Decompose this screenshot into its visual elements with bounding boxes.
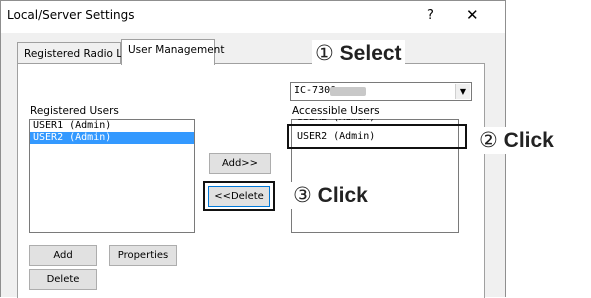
blurred-serial-mask xyxy=(330,87,366,96)
help-button[interactable]: ? xyxy=(427,8,434,23)
step3-highlight-box xyxy=(203,181,275,211)
step2-text: Click xyxy=(503,129,554,152)
step1-callout: ① Select xyxy=(312,40,405,67)
accessible-users-label: Accessible Users xyxy=(292,105,380,117)
tab-user-management[interactable]: User Management xyxy=(121,39,224,65)
properties-button[interactable]: Properties xyxy=(109,245,177,266)
radio-model-select[interactable]: IC-7300 ▼ xyxy=(290,82,472,101)
step3-text: Click xyxy=(317,184,368,207)
list-item-selected[interactable]: USER2 (Admin) xyxy=(30,132,194,144)
registered-users-list[interactable]: USER1 (Admin) USER2 (Admin) xyxy=(29,119,195,233)
step1-number: ① xyxy=(315,42,334,65)
step3-callout: ③ Click xyxy=(290,182,371,209)
step2-callout: ② Click xyxy=(476,127,557,154)
title-bar: Local/Server Settings ? ✕ xyxy=(1,1,505,33)
step1-text: Select xyxy=(339,42,402,65)
step3-number: ③ xyxy=(293,184,312,207)
list-item[interactable]: USER1 (Admin) xyxy=(30,120,194,132)
window-title: Local/Server Settings xyxy=(7,8,135,22)
step2-highlight-box xyxy=(287,124,467,149)
tab-registered-radio-list[interactable]: Registered Radio List xyxy=(17,42,135,64)
close-icon[interactable]: ✕ xyxy=(466,6,479,24)
step2-number: ② xyxy=(479,129,498,152)
chevron-down-icon[interactable]: ▼ xyxy=(455,84,470,99)
delete-user-button[interactable]: Delete xyxy=(29,269,97,290)
registered-users-label: Registered Users xyxy=(30,105,119,117)
add-to-accessible-button[interactable]: Add>> xyxy=(209,153,271,174)
add-user-button[interactable]: Add xyxy=(29,245,97,266)
